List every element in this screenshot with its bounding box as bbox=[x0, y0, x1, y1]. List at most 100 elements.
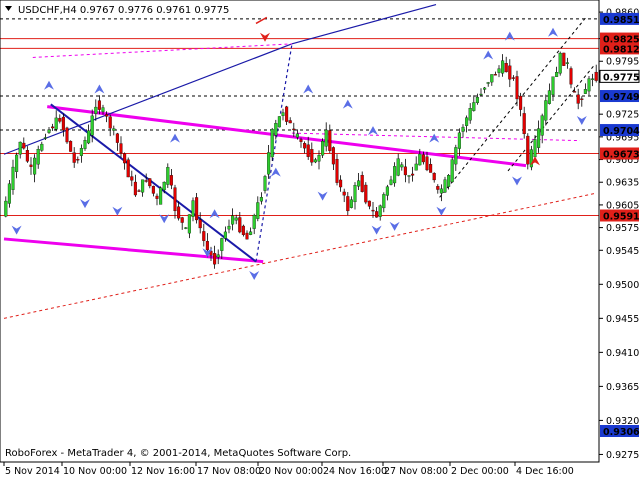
candle-up bbox=[83, 140, 87, 149]
candle-up bbox=[454, 147, 458, 165]
candle-up bbox=[94, 106, 98, 114]
candle-down bbox=[346, 196, 350, 212]
candle-up bbox=[220, 238, 224, 251]
candle-up bbox=[79, 148, 83, 156]
candle-down bbox=[436, 186, 440, 190]
price-badge-label: 0.9851 bbox=[603, 15, 640, 26]
candle-up bbox=[216, 254, 220, 258]
candle-down bbox=[205, 241, 209, 251]
candle-down bbox=[288, 120, 292, 124]
y-tick-label: 0.9275 bbox=[606, 450, 639, 461]
candle-up bbox=[256, 202, 260, 219]
x-tick-label: 4 Dec 16:00 bbox=[516, 466, 574, 477]
candle-down bbox=[69, 140, 73, 152]
price-badge-label: 0.9775 bbox=[603, 72, 640, 83]
candle-down bbox=[576, 94, 580, 104]
candle-down bbox=[335, 158, 339, 183]
candle-down bbox=[511, 77, 515, 79]
candle-up bbox=[54, 117, 58, 130]
candle-up bbox=[533, 139, 537, 158]
candle-up bbox=[270, 129, 274, 158]
price-badge-label: 0.9591 bbox=[603, 211, 640, 222]
candle-down bbox=[306, 144, 310, 157]
candle-up bbox=[486, 82, 490, 84]
candle-up bbox=[540, 115, 544, 136]
candle-down bbox=[65, 127, 69, 143]
y-tick-label: 0.9545 bbox=[606, 246, 639, 257]
candle-up bbox=[544, 100, 548, 121]
candle-up bbox=[274, 123, 278, 136]
chart-background bbox=[0, 0, 640, 480]
copyright-footer: RoboForex - MetaTrader 4, © 2001-2014, M… bbox=[5, 448, 351, 459]
candle-down bbox=[403, 166, 407, 176]
candle-up bbox=[385, 186, 389, 196]
candle-down bbox=[97, 100, 101, 110]
candle-up bbox=[450, 159, 454, 183]
y-tick-label: 0.9410 bbox=[606, 348, 639, 359]
candle-down bbox=[169, 175, 173, 186]
candle-down bbox=[508, 65, 512, 80]
x-tick-label: 5 Nov 2014 bbox=[5, 466, 60, 477]
candle-up bbox=[36, 149, 40, 165]
candle-up bbox=[479, 93, 483, 96]
candle-up bbox=[324, 129, 328, 147]
candle-up bbox=[357, 180, 361, 187]
candle-down bbox=[22, 142, 26, 149]
candle-up bbox=[551, 76, 555, 95]
candle-up bbox=[501, 60, 505, 74]
price-chart: 0.98600.98250.97950.97750.97250.96950.96… bbox=[0, 0, 640, 480]
candle-down bbox=[580, 98, 584, 100]
candle-down bbox=[105, 114, 109, 117]
candle-down bbox=[425, 156, 429, 171]
candle-down bbox=[115, 133, 119, 143]
candle-up bbox=[317, 155, 321, 162]
candle-up bbox=[281, 112, 285, 116]
candle-down bbox=[119, 143, 123, 153]
candle-down bbox=[133, 181, 137, 196]
candle-down bbox=[328, 130, 332, 151]
candle-down bbox=[569, 68, 573, 85]
price-badge-label: 0.9704 bbox=[603, 126, 640, 137]
x-tick-label: 24 Nov 16:00 bbox=[323, 466, 387, 477]
candle-up bbox=[353, 185, 357, 203]
candle-down bbox=[25, 150, 29, 162]
candle-up bbox=[263, 176, 267, 191]
candle-down bbox=[371, 209, 375, 212]
candle-down bbox=[238, 217, 242, 233]
candle-up bbox=[457, 132, 461, 149]
candle-up bbox=[187, 214, 191, 234]
candle-up bbox=[558, 52, 562, 74]
candle-up bbox=[252, 215, 256, 229]
y-tick-label: 0.9455 bbox=[606, 314, 639, 325]
candle-down bbox=[594, 71, 598, 81]
candle-down bbox=[292, 128, 296, 131]
candle-down bbox=[58, 118, 62, 122]
candle-down bbox=[148, 178, 152, 187]
candle-down bbox=[432, 173, 436, 181]
candle-up bbox=[15, 154, 19, 172]
candle-up bbox=[497, 68, 501, 73]
candle-down bbox=[198, 219, 202, 229]
candle-up bbox=[40, 143, 44, 151]
candle-down bbox=[342, 191, 346, 196]
candle-up bbox=[439, 188, 443, 194]
candle-down bbox=[144, 180, 148, 182]
candle-up bbox=[382, 194, 386, 209]
candle-up bbox=[547, 90, 551, 104]
candle-down bbox=[411, 173, 415, 176]
candle-up bbox=[184, 227, 188, 229]
candle-down bbox=[245, 232, 249, 240]
candle-up bbox=[447, 175, 451, 187]
candle-up bbox=[400, 164, 404, 168]
price-badge-label: 0.9812 bbox=[603, 44, 640, 55]
candle-up bbox=[259, 197, 263, 202]
candle-up bbox=[418, 153, 422, 166]
candle-up bbox=[234, 217, 238, 221]
price-badge-label: 0.9749 bbox=[603, 92, 640, 103]
candle-down bbox=[123, 153, 127, 164]
candle-down bbox=[108, 116, 112, 129]
candle-down bbox=[137, 190, 141, 192]
candle-up bbox=[101, 107, 105, 112]
candle-up bbox=[43, 137, 47, 139]
candle-up bbox=[465, 117, 469, 126]
